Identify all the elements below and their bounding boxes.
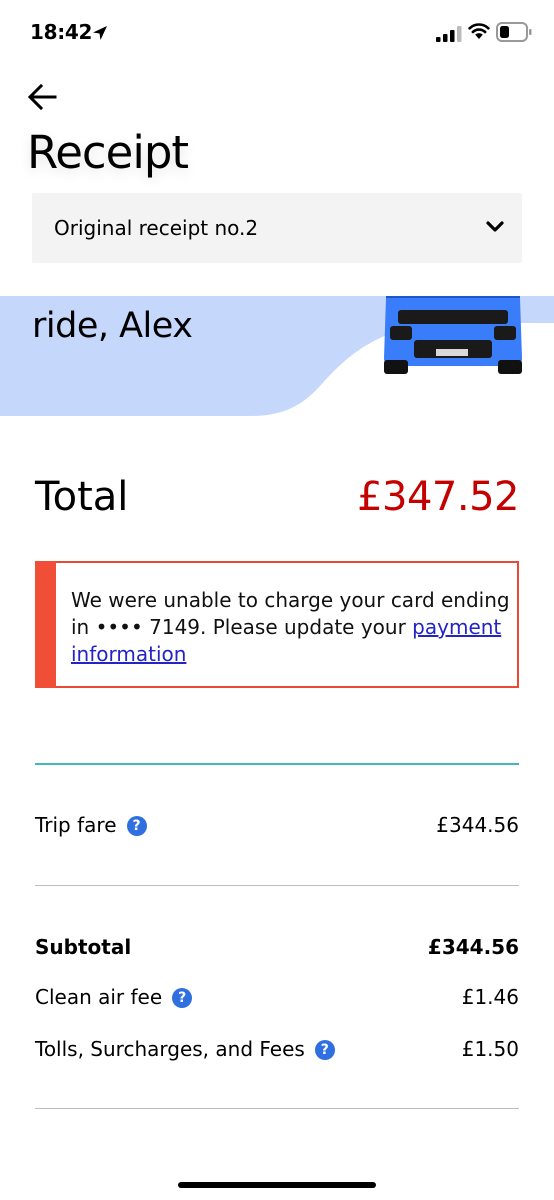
help-icon[interactable]: ? bbox=[172, 988, 193, 1008]
tolls-fees-value: £1.50 bbox=[461, 1037, 519, 1061]
divider bbox=[35, 1108, 519, 1109]
wifi-icon bbox=[468, 23, 490, 39]
subtotal-value: £344.56 bbox=[427, 935, 519, 959]
signal-icon bbox=[436, 26, 462, 42]
car-icon bbox=[384, 296, 522, 374]
receipt-selector-value: Original receipt no.2 bbox=[54, 216, 259, 240]
subtotal-label: Subtotal bbox=[35, 935, 132, 959]
location-arrow-icon bbox=[93, 26, 107, 40]
help-icon[interactable]: ? bbox=[126, 816, 147, 836]
clean-air-fee-label: Clean air fee bbox=[35, 985, 163, 1009]
status-bar: 18:42 bbox=[0, 0, 554, 64]
home-indicator[interactable] bbox=[178, 1182, 376, 1188]
chevron-down-icon bbox=[486, 221, 504, 232]
page-title: Receipt bbox=[27, 126, 189, 179]
line-item-label: Tolls, Surcharges, and Fees? bbox=[35, 1037, 335, 1061]
line-item-clean-air-fee: Clean air fee? £1.46 bbox=[35, 985, 519, 1015]
subtotal-row: Subtotal £344.56 bbox=[35, 935, 519, 965]
receipt-selector-dropdown[interactable]: Original receipt no.2 bbox=[32, 193, 522, 263]
banner-greeting: ride, Alex bbox=[32, 306, 193, 346]
trip-fare-label: Trip fare bbox=[35, 813, 117, 837]
tolls-fees-label: Tolls, Surcharges, and Fees bbox=[35, 1037, 305, 1061]
total-amount: £347.52 bbox=[357, 474, 519, 520]
section-divider bbox=[35, 763, 519, 765]
line-item-label: Clean air fee? bbox=[35, 985, 193, 1009]
trip-fare-value: £344.56 bbox=[436, 813, 519, 837]
status-time: 18:42 bbox=[30, 20, 93, 44]
clean-air-fee-value: £1.46 bbox=[461, 985, 519, 1009]
back-arrow-icon[interactable] bbox=[26, 80, 60, 114]
payment-failed-alert: We were unable to charge your card endin… bbox=[35, 561, 519, 688]
alert-accent-bar bbox=[35, 561, 56, 688]
alert-message: We were unable to charge your card endin… bbox=[71, 587, 511, 668]
line-item-tolls-surcharges-fees: Tolls, Surcharges, and Fees? £1.50 bbox=[35, 1037, 519, 1067]
line-item-trip-fare: Trip fare? £344.56 bbox=[35, 813, 519, 843]
help-icon[interactable]: ? bbox=[314, 1040, 335, 1060]
total-label: Total bbox=[35, 474, 129, 520]
divider bbox=[35, 885, 519, 886]
battery-icon bbox=[496, 22, 532, 42]
line-item-label: Trip fare? bbox=[35, 813, 147, 837]
